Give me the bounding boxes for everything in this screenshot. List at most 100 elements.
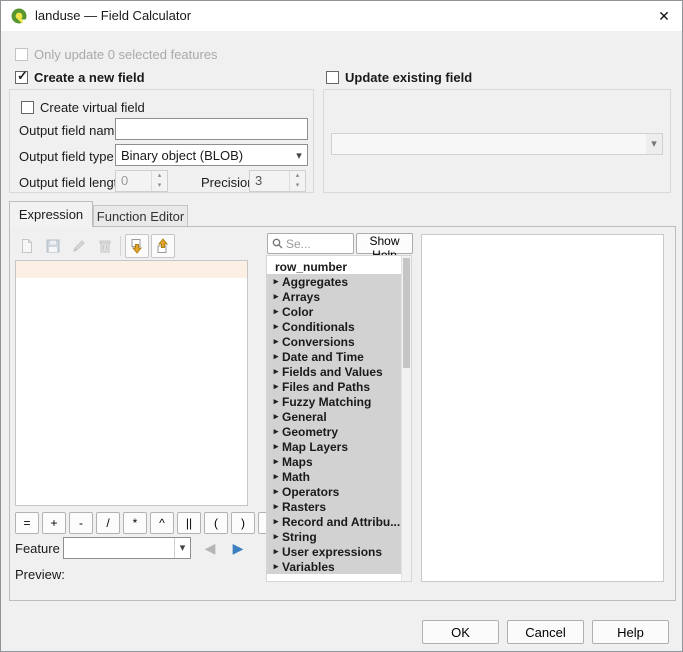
new-file-icon [19,238,35,254]
field-calculator-dialog: landuse — Field Calculator ✕ Only update… [0,0,683,652]
create-virtual-field-checkbox[interactable]: Create virtual field [21,99,145,115]
function-group-label: User expressions [282,545,382,559]
stepper-buttons: ▴ ▾ [289,171,305,191]
function-group-geometry[interactable]: ▸Geometry [267,424,401,439]
function-group-math[interactable]: ▸Math [267,469,401,484]
function-group-fields-and-values[interactable]: ▸Fields and Values [267,364,401,379]
tab-expression[interactable]: Expression [9,201,93,227]
next-feature-button[interactable]: ▶ [227,537,249,559]
function-group-conditionals[interactable]: ▸Conditionals [267,319,401,334]
operator-close-paren-button[interactable]: ) [231,512,255,534]
export-expression-button[interactable] [151,234,175,258]
tab-function-editor[interactable]: Function Editor [93,205,188,227]
only-update-selected-label: Only update 0 selected features [34,47,218,62]
search-icon [272,238,283,249]
function-group-map-layers[interactable]: ▸Map Layers [267,439,401,454]
new-expression-button [15,234,39,258]
function-item-row-number[interactable]: row_number [267,259,401,274]
function-search-box[interactable] [267,233,354,254]
output-field-length-value: 0 [116,171,151,191]
function-group-variables[interactable]: ▸Variables [267,559,401,574]
only-update-selected-checkbox: Only update 0 selected features [15,46,218,62]
create-virtual-field-label: Create virtual field [40,100,145,115]
branch-collapsed-icon: ▸ [270,426,282,437]
spin-up-icon: ▴ [290,171,305,181]
window-title: landuse — Field Calculator [35,8,191,23]
help-button[interactable]: Help [592,620,669,644]
function-group-maps[interactable]: ▸Maps [267,454,401,469]
function-group-aggregates[interactable]: ▸Aggregates [267,274,401,289]
scrollbar-thumb[interactable] [403,258,410,368]
function-group-files-and-paths[interactable]: ▸Files and Paths [267,379,401,394]
checkbox-box[interactable]: ✓ [15,71,28,84]
function-group-fuzzy-matching[interactable]: ▸Fuzzy Matching [267,394,401,409]
branch-collapsed-icon: ▸ [270,501,282,512]
function-group-operators[interactable]: ▸Operators [267,484,401,499]
import-expression-button[interactable] [125,234,149,258]
function-group-arrays[interactable]: ▸Arrays [267,289,401,304]
function-group-date-and-time[interactable]: ▸Date and Time [267,349,401,364]
function-group-label: Rasters [282,500,326,514]
function-group-conversions[interactable]: ▸Conversions [267,334,401,349]
function-group-general[interactable]: ▸General [267,409,401,424]
stepper-buttons: ▴ ▾ [151,171,167,191]
function-group-label: Conversions [282,335,355,349]
output-field-type-select[interactable]: Binary object (BLOB) ▾ [115,144,308,166]
function-group-record-and-attributes[interactable]: ▸Record and Attribu... [267,514,401,529]
function-search-input[interactable] [286,237,349,251]
operator-multiply-button[interactable]: * [123,512,147,534]
ok-button[interactable]: OK [422,620,499,644]
show-help-button[interactable]: Show Help [356,233,413,254]
cancel-button[interactable]: Cancel [507,620,584,644]
expression-editor[interactable] [15,260,248,506]
function-group-color[interactable]: ▸Color [267,304,401,319]
feature-input[interactable] [69,539,174,557]
update-existing-field-label: Update existing field [345,70,472,85]
existing-field-select: ▾ [331,133,663,155]
close-button[interactable]: ✕ [646,1,682,31]
function-list[interactable]: row_number ▸Aggregates ▸Arrays ▸Color ▸C… [266,255,412,582]
chevron-down-icon: ▾ [291,149,307,162]
function-group-label: General [282,410,327,424]
checkbox-box[interactable] [21,101,34,114]
operator-minus-button[interactable]: - [69,512,93,534]
branch-collapsed-icon: ▸ [270,381,282,392]
operator-divide-button[interactable]: / [96,512,120,534]
title-bar: landuse — Field Calculator ✕ [1,1,682,31]
operator-open-paren-button[interactable]: ( [204,512,228,534]
operator-equals-button[interactable]: = [15,512,39,534]
function-group-label: Arrays [282,290,320,304]
function-group-string[interactable]: ▸String [267,529,401,544]
operator-plus-button[interactable]: + [42,512,66,534]
spin-up-icon: ▴ [152,171,167,181]
tab-expression-label: Expression [19,207,83,222]
function-group-label: Conditionals [282,320,355,334]
branch-collapsed-icon: ▸ [270,546,282,557]
branch-collapsed-icon: ▸ [270,486,282,497]
function-group-rasters[interactable]: ▸Rasters [267,499,401,514]
tab-function-editor-label: Function Editor [97,209,184,224]
function-group-label: Map Layers [282,440,348,454]
spin-down-icon: ▾ [152,181,167,191]
function-group-label: Date and Time [282,350,364,364]
feature-combobox[interactable]: ▾ [63,537,191,559]
operator-power-button[interactable]: ^ [150,512,174,534]
function-help-panel [421,234,664,582]
function-list-scrollbar[interactable] [401,256,411,581]
precision-label: Precision [201,175,254,190]
operator-buttons: = + - / * ^ || ( ) '\n' [15,512,288,534]
operator-concat-button[interactable]: || [177,512,201,534]
output-field-name-input[interactable] [115,118,308,140]
function-group-label: Maps [282,455,313,469]
checkbox-box [15,48,28,61]
check-icon: ✓ [17,68,28,84]
output-field-type-value: Binary object (BLOB) [121,148,291,163]
create-new-field-label: Create a new field [34,70,145,85]
function-group-user-expressions[interactable]: ▸User expressions [267,544,401,559]
feature-label: Feature [15,541,60,556]
checkbox-box[interactable] [326,71,339,84]
create-new-field-checkbox[interactable]: ✓ Create a new field [15,69,145,85]
update-existing-field-checkbox[interactable]: Update existing field [326,69,472,85]
branch-collapsed-icon: ▸ [270,456,282,467]
previous-feature-button: ◀ [199,537,221,559]
